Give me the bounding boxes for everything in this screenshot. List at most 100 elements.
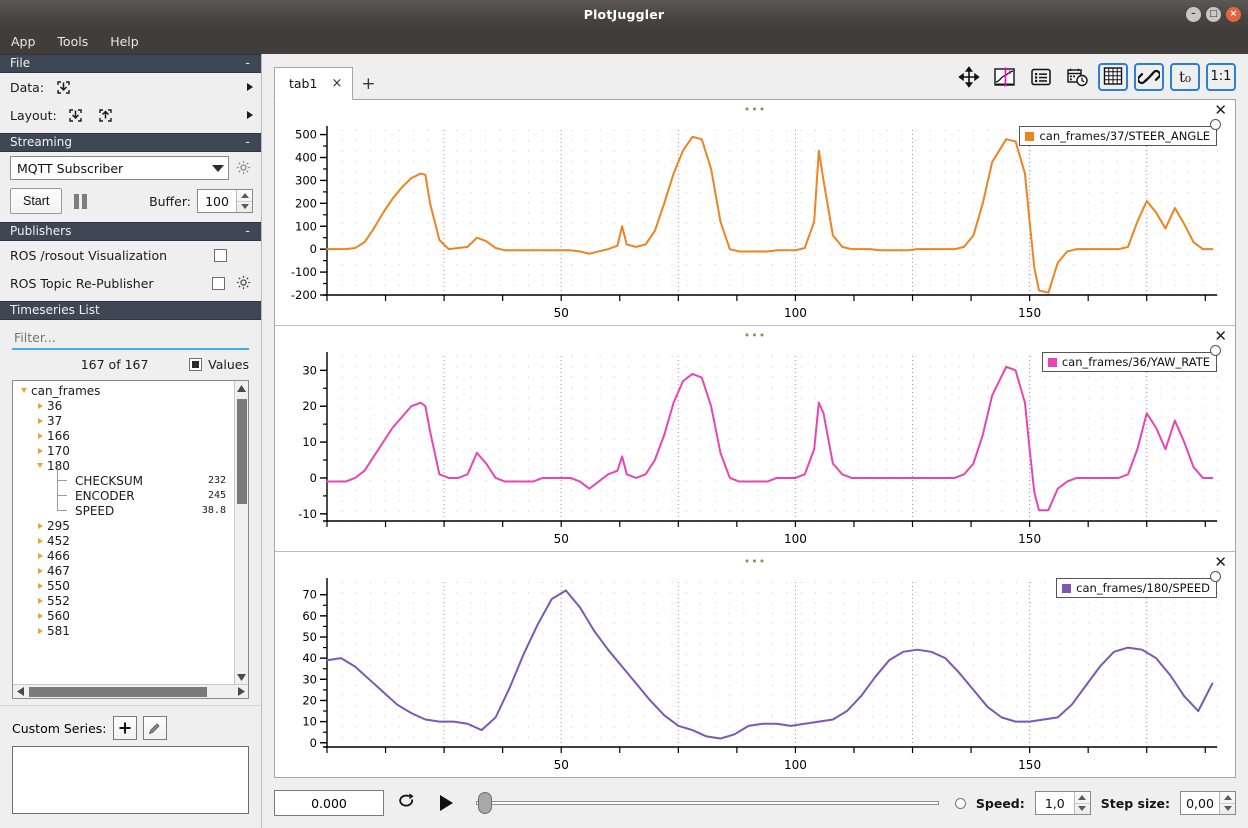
tree-collapse-icon[interactable] [33, 463, 47, 468]
plot-legend-1[interactable]: can_frames/37/STEER_ANGLE [1019, 119, 1221, 146]
tree-item[interactable]: 466 [13, 548, 248, 563]
legend-drag-handle-1[interactable] [1210, 119, 1221, 130]
plot-drag-handle-2[interactable]: ••• [744, 329, 766, 342]
add-custom-series-button[interactable] [112, 716, 137, 740]
tree-item[interactable]: 467 [13, 563, 248, 578]
speed-decrement-button[interactable] [1075, 804, 1090, 815]
tree-item[interactable]: SPEED 38.8 [13, 495, 248, 518]
custom-series-list[interactable] [12, 746, 249, 814]
layout-menu-arrow-icon[interactable] [247, 111, 253, 119]
plot-legend-3[interactable]: can_frames/180/SPEED [1056, 571, 1221, 598]
tree-expand-icon[interactable] [33, 522, 47, 529]
streaming-source-select[interactable]: MQTT Subscriber [10, 156, 229, 180]
filter-input[interactable] [12, 326, 249, 350]
tree-scroll-track[interactable] [235, 395, 249, 670]
menu-help[interactable]: Help [108, 32, 141, 51]
streaming-settings-gear-icon[interactable] [235, 159, 253, 177]
tree-hscroll-thumb[interactable] [29, 686, 207, 697]
collapse-streaming-icon[interactable]: - [245, 133, 253, 152]
buffer-decrement-button[interactable] [237, 202, 252, 213]
buffer-stepper-arrows[interactable] [236, 190, 252, 212]
plot-drag-handle-3[interactable]: ••• [744, 555, 766, 568]
grid-toggle-icon[interactable] [1098, 62, 1128, 91]
plot-close-button-2[interactable]: ✕ [1214, 329, 1227, 344]
scroll-down-arrow-icon[interactable] [235, 670, 249, 684]
values-checkbox[interactable] [189, 357, 203, 371]
tree-item[interactable]: 581 [13, 623, 248, 638]
tree-item[interactable]: 560 [13, 608, 248, 623]
speed-stepper[interactable] [1034, 791, 1091, 815]
collapse-publishers-icon[interactable]: - [245, 222, 253, 241]
step-size-stepper-arrows[interactable] [1219, 792, 1235, 814]
time-offset-icon[interactable]: t₀ [1170, 62, 1200, 91]
tree-hscroll-track[interactable] [27, 685, 234, 699]
curve-list-icon[interactable] [1026, 63, 1056, 91]
values-toggle[interactable]: Values [189, 357, 249, 372]
section-header-file[interactable]: File - [0, 54, 261, 73]
tree-collapse-icon[interactable] [17, 388, 31, 393]
tree-expand-icon[interactable] [33, 552, 47, 559]
timeline-slider[interactable] [476, 790, 939, 816]
tree-item[interactable]: 170 [13, 443, 248, 458]
publisher-checkbox-rosout[interactable] [214, 248, 227, 262]
tab-tab1[interactable]: tab1 × [274, 67, 354, 100]
tree-horizontal-scrollbar[interactable] [13, 684, 248, 698]
publisher-checkbox-republisher[interactable] [212, 276, 225, 290]
plot-canvas-3[interactable]: can_frames/180/SPEED 0 10 20 30 40 50 60 70 50 10… [285, 570, 1225, 777]
step-size-input[interactable] [1181, 792, 1219, 814]
plot-legend-2[interactable]: can_frames/36/YAW_RATE [1041, 345, 1221, 372]
tree-expand-icon[interactable] [33, 627, 47, 634]
tree-item[interactable]: 550 [13, 578, 248, 593]
tree-scroll-thumb[interactable] [236, 399, 247, 504]
tree-expand-icon[interactable] [33, 417, 47, 424]
plot-close-button-3[interactable]: ✕ [1214, 555, 1227, 570]
section-header-publishers[interactable]: Publishers - [0, 222, 261, 241]
step-increment-button[interactable] [1220, 792, 1235, 804]
playback-radio-icon[interactable] [954, 797, 966, 809]
plot-pane-steer-angle[interactable]: ••• ✕ can_frames/37/STEER_ANGLE -200 -100… [275, 100, 1235, 325]
tree-expand-icon[interactable] [33, 537, 47, 544]
start-button[interactable]: Start [10, 188, 63, 214]
section-header-timeseries[interactable]: Timeseries List [0, 301, 261, 320]
collapse-file-icon[interactable]: - [245, 54, 253, 73]
load-layout-icon[interactable] [65, 105, 87, 125]
tree-item[interactable]: can_frames [13, 383, 248, 398]
publisher-settings-gear-icon[interactable] [235, 274, 253, 292]
tree-expand-icon[interactable] [33, 582, 47, 589]
tracker-marker-icon[interactable]: 1 [990, 63, 1020, 91]
plot-canvas-2[interactable]: can_frames/36/YAW_RATE -10 0 10 20 30 50 100 15… [285, 344, 1225, 551]
legend-drag-handle-3[interactable] [1210, 571, 1221, 582]
menu-tools[interactable]: Tools [55, 32, 90, 51]
aspect-ratio-icon[interactable]: 1:1 [1206, 62, 1236, 91]
tree-expand-icon[interactable] [33, 567, 47, 574]
current-time-display[interactable]: 0.000 [274, 790, 384, 816]
timeline-knob[interactable] [478, 792, 492, 814]
tree-expand-icon[interactable] [33, 402, 47, 409]
scroll-right-arrow-icon[interactable] [234, 685, 248, 699]
tree-expand-icon[interactable] [33, 447, 47, 454]
loop-icon[interactable] [394, 789, 422, 817]
buffer-input[interactable] [198, 190, 236, 212]
save-layout-icon[interactable] [95, 105, 117, 125]
plot-drag-handle-1[interactable]: ••• [744, 103, 766, 116]
tree-item[interactable]: 36 [13, 398, 248, 413]
tree-item[interactable]: 166 [13, 428, 248, 443]
tree-item[interactable]: 552 [13, 593, 248, 608]
tree-item[interactable]: 295 [13, 518, 248, 533]
menu-app[interactable]: App [9, 32, 37, 51]
speed-input[interactable] [1035, 792, 1074, 814]
plot-pane-yaw-rate[interactable]: ••• ✕ can_frames/36/YAW_RATE -10 0 10 20 30 5… [275, 325, 1235, 551]
date-time-icon[interactable] [1062, 63, 1092, 91]
maximize-button[interactable]: □ [1206, 7, 1221, 22]
close-button[interactable]: × [1226, 7, 1241, 22]
plot-canvas-1[interactable]: can_frames/37/STEER_ANGLE -200 -100 0 100 20… [285, 118, 1225, 325]
play-button[interactable] [432, 789, 460, 817]
tree-item[interactable]: ENCODER 245 [13, 480, 248, 503]
pan-zoom-icon[interactable] [954, 63, 984, 91]
edit-custom-series-button[interactable] [142, 716, 167, 740]
tree-vertical-scrollbar[interactable] [234, 381, 248, 684]
link-axes-icon[interactable] [1134, 62, 1164, 91]
load-data-icon[interactable] [52, 77, 74, 97]
pause-icon[interactable] [74, 193, 88, 209]
add-tab-button[interactable]: + [353, 67, 383, 100]
